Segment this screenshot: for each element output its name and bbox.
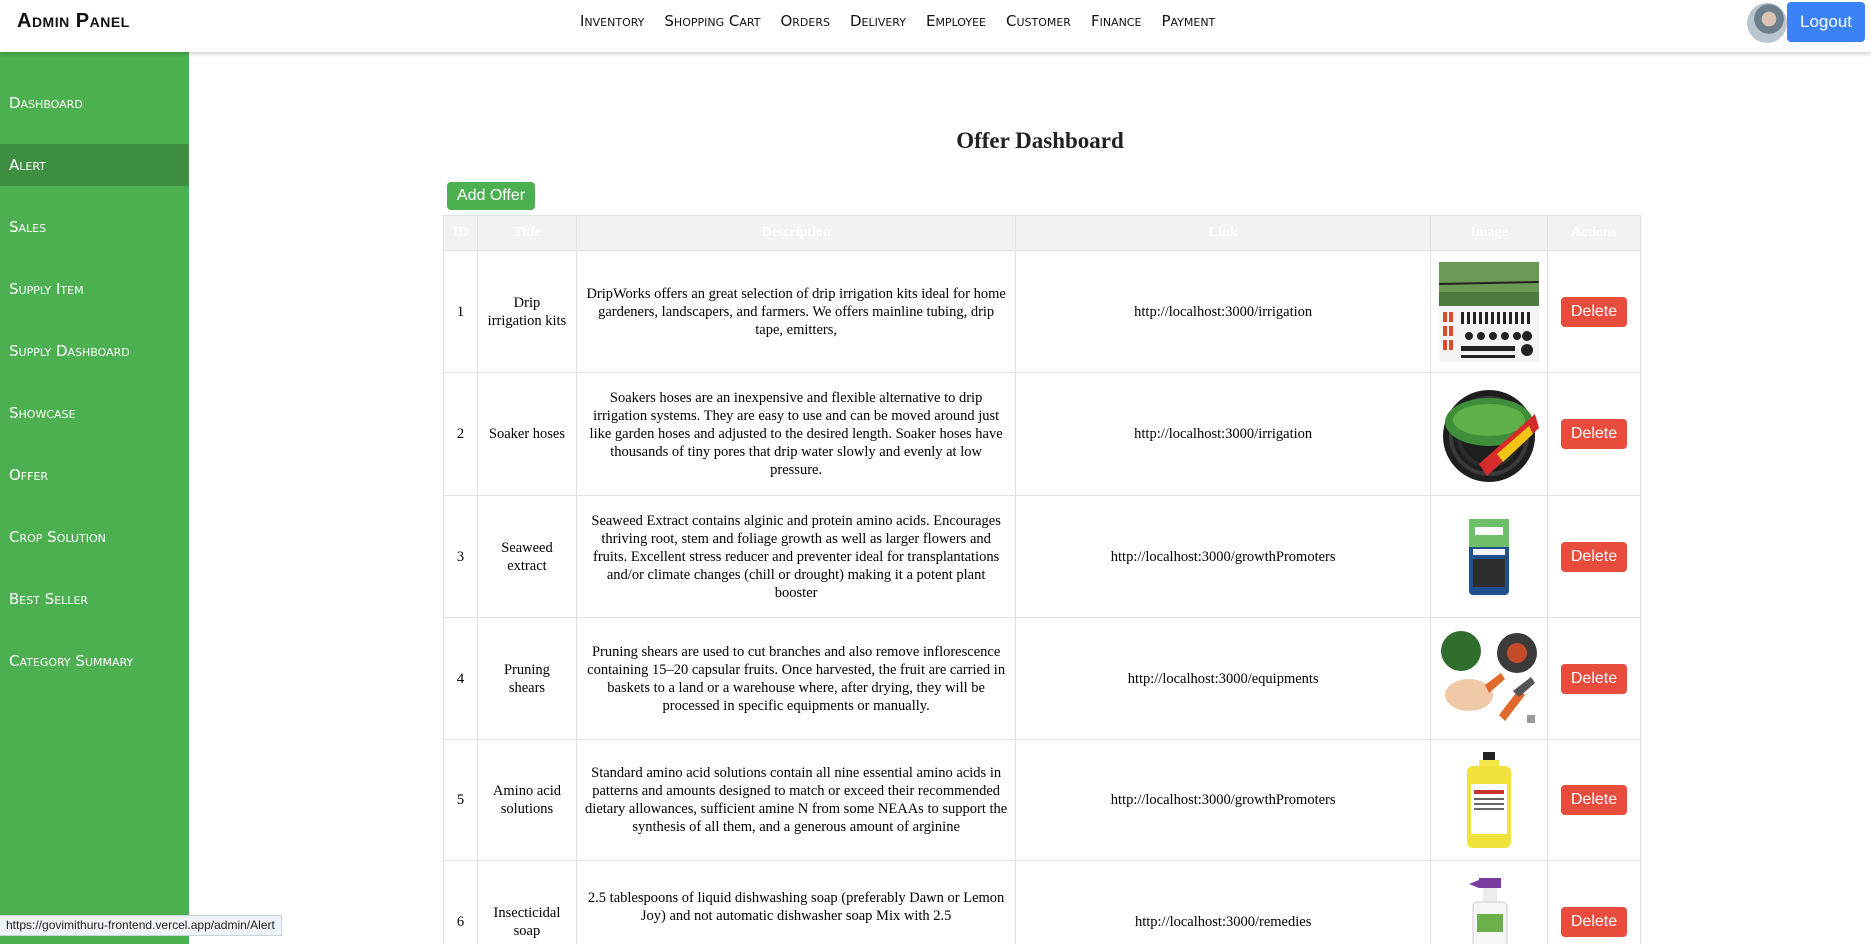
offers-table: ID Title Description Link Image Actions … — [443, 215, 1642, 944]
delete-button[interactable]: Delete — [1560, 296, 1627, 327]
nav-employee[interactable]: Employee — [926, 12, 986, 30]
seaweed-bag-image — [1439, 507, 1539, 607]
cell-link: http://localhost:3000/irrigation — [1015, 250, 1431, 373]
nav-shopping-cart[interactable]: Shopping Cart — [664, 12, 760, 30]
table-row: 4 Pruning shears Pruning shears are used… — [443, 617, 1642, 740]
table-row: 3 Seaweed extract Seaweed Extract contai… — [443, 495, 1642, 618]
cell-title: Insecticidal soap — [476, 860, 577, 944]
cell-image — [1429, 250, 1548, 373]
cell-link: http://localhost:3000/remedies — [1015, 860, 1431, 944]
cell-image — [1429, 739, 1548, 861]
cell-actions: Delete — [1546, 495, 1642, 618]
shears-image — [1438, 628, 1539, 729]
cell-actions: Delete — [1546, 739, 1642, 861]
header-actions: Actions — [1546, 215, 1642, 251]
cell-description: Pruning shears are used to cut branches … — [575, 617, 1017, 740]
delete-button[interactable]: Delete — [1560, 663, 1627, 694]
delete-button[interactable]: Delete — [1560, 419, 1627, 449]
status-url: https://govimithuru-frontend.vercel.app/… — [0, 915, 282, 936]
cell-link: http://localhost:3000/equipments — [1015, 617, 1431, 740]
cell-link: http://localhost:3000/growthPromoters — [1015, 495, 1431, 618]
soaker-hose-image — [1439, 384, 1539, 484]
cell-title: Pruning shears — [476, 617, 577, 740]
table-row: 2 Soaker hoses Soakers hoses are an inex… — [443, 372, 1642, 496]
header-link: Link — [1015, 215, 1431, 251]
sidebar-item-alert[interactable]: Alert — [0, 144, 189, 186]
cell-actions: Delete — [1546, 372, 1642, 496]
delete-button[interactable]: Delete — [1560, 785, 1627, 815]
nav-customer[interactable]: Customer — [1006, 12, 1071, 30]
avatar[interactable] — [1747, 3, 1787, 43]
cell-actions: Delete — [1546, 860, 1642, 944]
sidebar-item-offer[interactable]: Offer — [0, 454, 189, 496]
cell-id: 2 — [443, 372, 478, 496]
table-header-row: ID Title Description Link Image Actions — [443, 215, 1642, 251]
sidebar: Dashboard Alert Sales Supply Item Supply… — [0, 52, 189, 944]
cell-link: http://localhost:3000/growthPromoters — [1015, 739, 1431, 861]
drip-kit-image — [1438, 261, 1539, 362]
cell-id: 1 — [443, 250, 478, 373]
table-row: 6 Insecticidal soap 2.5 tablespoons of l… — [443, 860, 1642, 944]
sidebar-item-supply-item[interactable]: Supply Item — [0, 268, 189, 310]
cell-image — [1429, 860, 1548, 944]
nav-inventory[interactable]: Inventory — [580, 12, 644, 30]
sidebar-item-sales[interactable]: Sales — [0, 206, 189, 248]
table-row: 1 Drip irrigation kits DripWorks offers … — [443, 250, 1642, 373]
spray-bottle-image — [1439, 872, 1539, 944]
nav-orders[interactable]: Orders — [780, 12, 830, 30]
delete-button[interactable]: Delete — [1560, 906, 1627, 937]
sidebar-item-category-summary[interactable]: Category Summary — [0, 640, 189, 682]
header-description: Description — [575, 215, 1017, 251]
logout-button[interactable]: Logout — [1787, 2, 1865, 42]
cell-title: Drip irrigation kits — [476, 250, 577, 373]
sidebar-item-supply-dashboard[interactable]: Supply Dashboard — [0, 330, 189, 372]
cell-image — [1429, 495, 1548, 618]
amino-bottle-image — [1439, 750, 1539, 850]
cell-title: Amino acid solutions — [476, 739, 577, 861]
delete-button[interactable]: Delete — [1560, 541, 1627, 572]
cell-actions: Delete — [1546, 617, 1642, 740]
cell-description: Seaweed Extract contains alginic and pro… — [575, 495, 1017, 618]
brand-title[interactable]: Admin Panel — [17, 10, 130, 33]
sidebar-item-crop-solution[interactable]: Crop Solution — [0, 516, 189, 558]
main-nav: Inventory Shopping Cart Orders Delivery … — [580, 12, 1215, 30]
sidebar-item-showcase[interactable]: Showcase — [0, 392, 189, 434]
nav-payment[interactable]: Payment — [1161, 12, 1215, 30]
cell-id: 4 — [443, 617, 478, 740]
table-row: 5 Amino acid solutions Standard amino ac… — [443, 739, 1642, 861]
nav-finance[interactable]: Finance — [1091, 12, 1142, 30]
cell-title: Seaweed extract — [476, 495, 577, 618]
cell-id: 5 — [443, 739, 478, 861]
top-navbar: Admin Panel Inventory Shopping Cart Orde… — [0, 0, 1871, 52]
cell-description: Standard amino acid solutions contain al… — [575, 739, 1017, 861]
cell-description: DripWorks offers an great selection of d… — [575, 250, 1017, 373]
nav-delivery[interactable]: Delivery — [850, 12, 906, 30]
cell-id: 3 — [443, 495, 478, 618]
header-id: ID — [443, 215, 478, 251]
header-image: Image — [1429, 215, 1548, 251]
add-offer-button[interactable]: Add Offer — [447, 182, 535, 210]
cell-id: 6 — [443, 860, 478, 944]
cell-description: 2.5 tablespoons of liquid dishwashing so… — [575, 860, 1017, 944]
cell-link: http://localhost:3000/irrigation — [1015, 372, 1431, 496]
sidebar-item-dashboard[interactable]: Dashboard — [0, 82, 189, 124]
cell-title: Soaker hoses — [476, 372, 577, 496]
page-title: Offer Dashboard — [956, 128, 1124, 153]
sidebar-item-best-seller[interactable]: Best Seller — [0, 578, 189, 620]
cell-actions: Delete — [1546, 250, 1642, 373]
cell-image — [1429, 617, 1548, 740]
cell-description: Soakers hoses are an inexpensive and fle… — [575, 372, 1017, 496]
header-title: Title — [476, 215, 577, 251]
cell-image — [1429, 372, 1548, 496]
